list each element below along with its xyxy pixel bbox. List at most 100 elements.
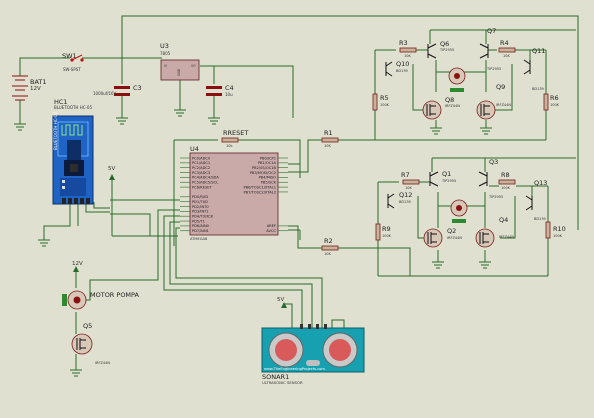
- rreset-value: 10k: [226, 144, 233, 148]
- u3-pin-gnd: GND: [177, 68, 181, 76]
- r1-value: 10K: [324, 144, 331, 148]
- resistor-r1[interactable]: R1 10K: [321, 129, 339, 148]
- q12-ref: Q12: [399, 191, 412, 199]
- resistor-r4[interactable]: R4 10K: [498, 39, 516, 58]
- u4-right-pin-label: PB4/MISO: [259, 176, 277, 180]
- regulator-u3[interactable]: U3 7805 VI VO GND: [160, 42, 200, 81]
- q6-value: TIP2955: [439, 48, 454, 52]
- q9-value: IRFZ44N: [496, 103, 511, 107]
- motor-pompa-ref: MOTOR POMPA: [90, 291, 140, 299]
- hc1-value: BLUETOOTH HC-05: [54, 105, 92, 110]
- capacitor-c4[interactable]: C4 10u: [206, 84, 234, 97]
- transistor-q11[interactable]: Q11 BD139: [523, 47, 545, 91]
- motor-pompa[interactable]: MOTOR POMPA: [62, 290, 140, 310]
- mosfet-q8[interactable]: Q8 IRFZ44N: [422, 96, 460, 120]
- q11-value: BD139: [532, 87, 544, 91]
- r5-value: 100K: [380, 103, 390, 107]
- bat1-value: 12V: [30, 86, 41, 92]
- r9-value: 100K: [382, 234, 392, 238]
- resistor-r8[interactable]: R8 100K: [498, 171, 516, 190]
- u4-left-pin-label: PC1/ADC1: [192, 161, 210, 165]
- u3-pin-vi: VI: [164, 64, 167, 68]
- transistor-q1[interactable]: Q1 TIP2955: [429, 170, 456, 187]
- ultrasonic-sensor-sonar1[interactable]: www.TheEngineeringProjects.com SONAR1 UL…: [261, 324, 365, 385]
- r1-ref: R1: [324, 129, 333, 137]
- u3-ref: U3: [160, 42, 169, 50]
- q2-value: IRFZ44N: [447, 236, 462, 240]
- q13-ref: Q13: [534, 179, 547, 187]
- switch-sw1[interactable]: SW1 SW-SPST: [62, 52, 84, 72]
- transistor-q6[interactable]: Q6 TIP2955: [427, 40, 454, 59]
- sonar1-value: ULTRASONIC SENSOR: [262, 380, 303, 385]
- r10-value: 100K: [553, 234, 563, 238]
- q5-value: IRFZ44N: [95, 361, 110, 365]
- mosfet-q2[interactable]: Q2 IRFZ44N: [423, 227, 462, 248]
- u4-left-pin-label: PC3/ADC3: [192, 171, 210, 175]
- transistor-q13[interactable]: Q13 BD139: [525, 179, 547, 221]
- resistor-r3[interactable]: R3 10K: [399, 39, 417, 58]
- mosfet-q9[interactable]: Q9 IRFZ44N: [476, 83, 511, 120]
- r7-value: 10K: [405, 186, 412, 190]
- transistor-q12[interactable]: Q12 BD139: [387, 191, 412, 209]
- resistor-r2[interactable]: R2 10K: [321, 237, 339, 256]
- capacitor-c3[interactable]: C3 1000uf/16V: [93, 84, 142, 96]
- u4-left-pin-label: PC2/ADC2: [192, 166, 210, 170]
- transistor-q10[interactable]: Q10 BD139: [385, 60, 409, 77]
- u4-left-pin-label: PD6/AIN0: [192, 224, 210, 228]
- c3-value: 1000uf/16V: [93, 91, 117, 96]
- u4-left-pin-label: PD3/INT1: [192, 210, 209, 214]
- battery-bat1[interactable]: BAT1 12V: [12, 64, 47, 104]
- mosfet-q5[interactable]: Q5 IRFZ44N: [71, 322, 110, 365]
- supply-label-5v-mid: 5V: [108, 166, 115, 172]
- motor-upper[interactable]: [448, 67, 466, 92]
- c3-ref: C3: [133, 84, 142, 92]
- r10-ref: R10: [553, 225, 566, 233]
- r7-ref: R7: [401, 171, 410, 179]
- u4-right-pin-label: AREF: [267, 224, 276, 228]
- q4-value: IRFZ44N: [499, 235, 514, 239]
- q6-ref: Q6: [440, 40, 449, 48]
- u4-left-pin-label: PD4/T0/XCK: [192, 215, 214, 219]
- r8-ref: R8: [501, 171, 510, 179]
- resistor-r6[interactable]: R6 100K: [543, 93, 560, 111]
- resistor-r10[interactable]: R10 100K: [545, 221, 566, 239]
- mosfet-q4[interactable]: Q4 IRFZ44N: [475, 216, 514, 248]
- resistor-r7[interactable]: R7 10K: [401, 171, 420, 190]
- u4-left-pin-label: PC0/ADC0: [192, 156, 211, 160]
- sonar-site: www.TheEngineeringProjects.com: [264, 367, 325, 371]
- supply-label-5v-sonar: 5V: [277, 297, 284, 303]
- resistor-r5[interactable]: R5 100K: [372, 93, 390, 111]
- q12-value: BD139: [399, 200, 411, 204]
- q4-ref: Q4: [499, 216, 508, 224]
- r6-ref: R6: [550, 94, 559, 102]
- hc1-board-label: BLUETOOTH HC-05: [53, 112, 58, 150]
- u4-right-pin-label: PB0/ICP1: [260, 156, 276, 160]
- r4-value: 10K: [503, 54, 510, 58]
- r5-ref: R5: [380, 94, 389, 102]
- r4-ref: R4: [500, 39, 509, 47]
- q7-value: TIP2955: [486, 67, 501, 71]
- q7-ref: Q7: [487, 27, 496, 35]
- u4-left-pin-label: PD1/TXD: [192, 200, 208, 204]
- q3-value: TIP2955: [488, 195, 503, 199]
- motor-lower[interactable]: [450, 199, 468, 223]
- rreset-ref: RRESET: [223, 129, 248, 137]
- r2-ref: R2: [324, 237, 333, 245]
- transistor-q3[interactable]: Q3 TIP2955: [478, 158, 503, 199]
- u4-ref: U4: [190, 145, 199, 153]
- q3-ref: Q3: [489, 158, 498, 166]
- schematic-svg: 5V 12V 5V BAT1 12V SW1 SW-SPST C3 1000uf…: [12, 15, 579, 385]
- u4-left-pin-label: PD2/INT0: [192, 205, 209, 209]
- resistor-r9[interactable]: R9 100K: [375, 223, 392, 241]
- q1-value: TIP2955: [441, 179, 456, 183]
- sw1-value: SW-SPST: [63, 67, 81, 72]
- bluetooth-module-hc1[interactable]: HC1 BLUETOOTH HC-05 BLUETOOTH HC-05: [52, 98, 94, 205]
- q8-ref: Q8: [445, 96, 454, 104]
- q11-ref: Q11: [532, 47, 545, 55]
- resistor-rreset[interactable]: RRESET 10k: [221, 129, 248, 148]
- q13-value: BD139: [534, 217, 546, 221]
- u4-left-pin-label: PD7/AIN1: [192, 229, 209, 233]
- u4-right-pin-label: PB3/MOSI/OC2: [250, 171, 276, 175]
- microcontroller-u4[interactable]: U4 ATMEGA8 PC0/ADC0PC1/ADC1PC2/ADC2PC3/A…: [180, 145, 288, 241]
- transistor-q7[interactable]: Q7 TIP2955: [479, 27, 501, 71]
